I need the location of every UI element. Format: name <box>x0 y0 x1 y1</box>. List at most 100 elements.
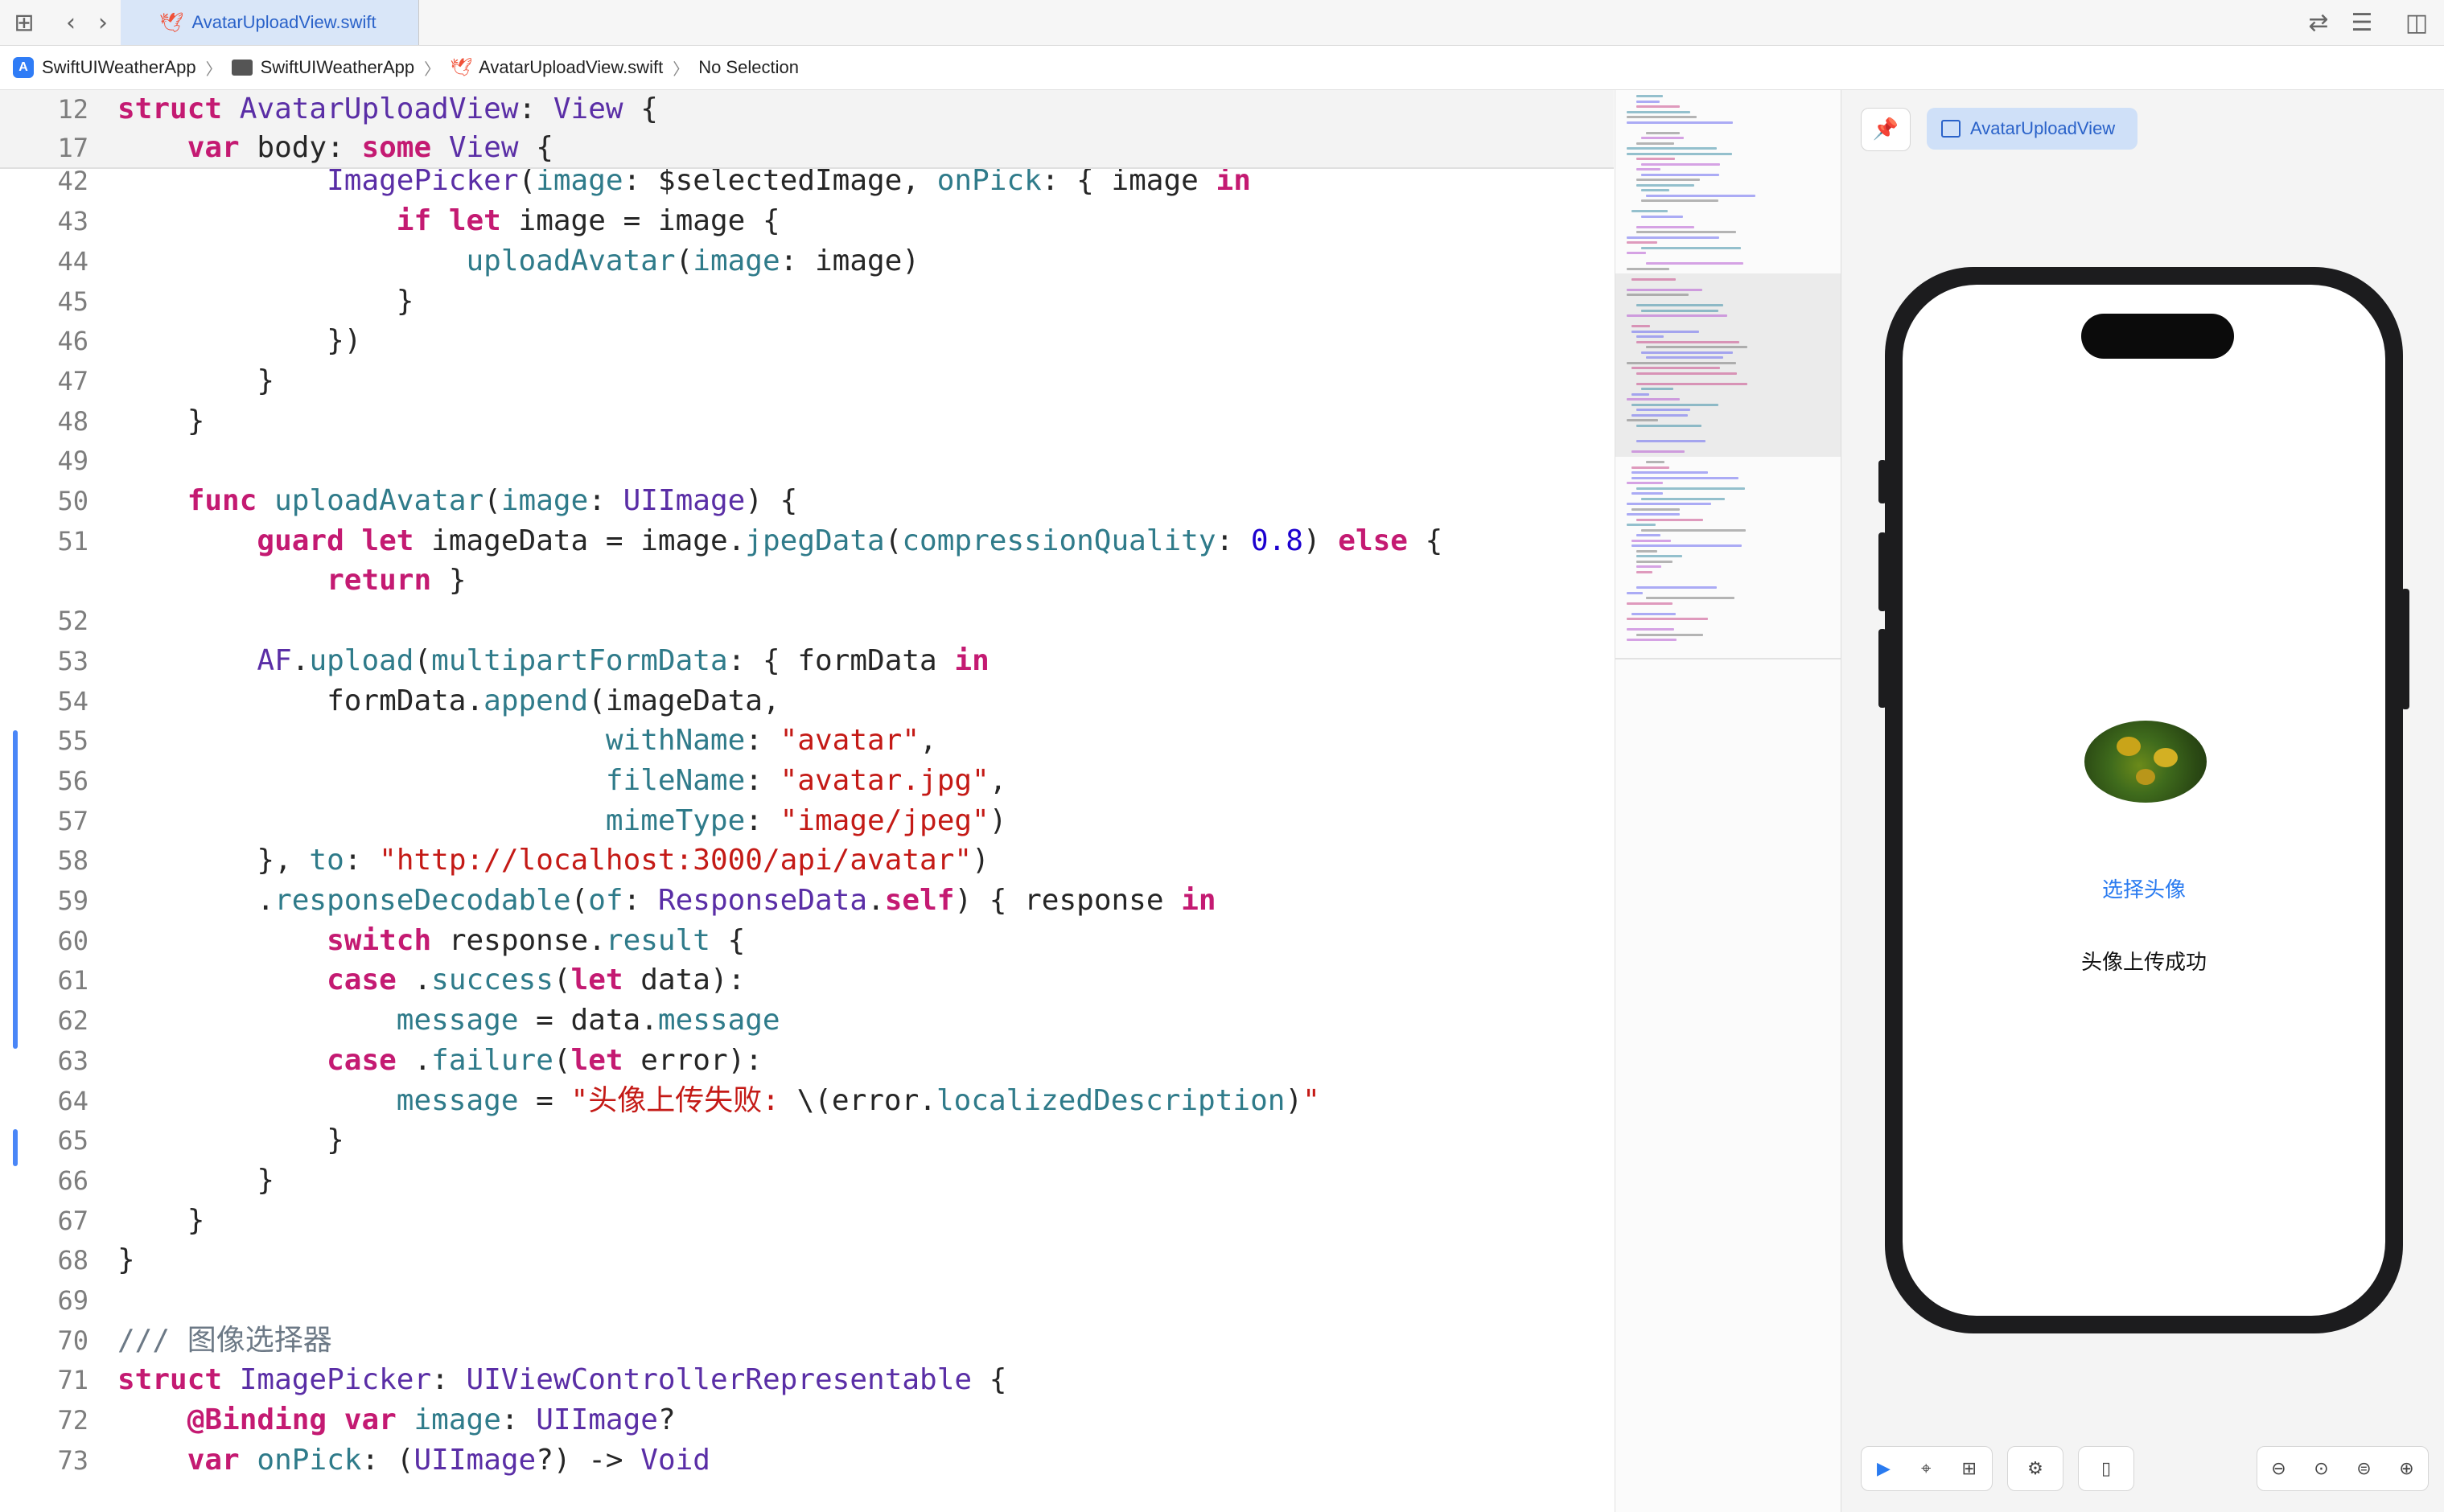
code-line[interactable]: 53 AF.upload(multipartFormData: { formDa… <box>0 642 1614 680</box>
code-line[interactable]: 68} <box>0 1241 1614 1280</box>
line-number: 71 <box>57 1365 88 1395</box>
line-number: 43 <box>57 206 88 236</box>
minimap-line <box>1631 471 1708 474</box>
code-line[interactable]: 71 struct ImagePicker: UIViewControllerRe… <box>0 1361 1614 1399</box>
breadcrumb-project[interactable]: SwiftUIWeatherApp 〉 <box>42 56 232 80</box>
sticky-code-line[interactable]: 12 struct AvatarUploadView: View { <box>0 90 1614 129</box>
minimap-visible-region[interactable] <box>1615 273 1841 457</box>
minimap-line <box>1631 414 1688 417</box>
minimap-line <box>1636 440 1705 442</box>
live-play-icon[interactable]: ▶ <box>1877 1459 1891 1479</box>
code-text: uploadAvatar(image: image) <box>466 244 920 277</box>
code-text: }) <box>117 324 362 357</box>
code-line[interactable]: 58 }, to: "http://localhost:3000/api/ava… <box>0 841 1614 880</box>
minimap-line <box>1631 325 1650 327</box>
minimap-line <box>1636 95 1663 97</box>
variants-grid-icon[interactable]: ⊞ <box>1962 1459 1977 1479</box>
line-number: 51 <box>57 526 88 557</box>
breadcrumb-file[interactable]: AvatarUploadView.swift 〉 <box>479 56 698 80</box>
change-marker[interactable] <box>13 1129 18 1166</box>
volume-down-button <box>1878 629 1886 708</box>
breadcrumb-group[interactable]: SwiftUIWeatherApp 〉 <box>261 56 451 80</box>
grid-icon[interactable]: ⊞ <box>8 6 40 39</box>
code-line[interactable]: 72 @Binding var image: UIImage? <box>0 1401 1614 1440</box>
split-editor-icon[interactable]: ◫ <box>2401 6 2433 39</box>
swift-icon: 🕊 <box>159 11 184 34</box>
code-line[interactable]: 60 switch response.result { <box>0 922 1614 960</box>
code-line[interactable]: 45 } <box>0 282 1614 321</box>
line-number: 52 <box>57 606 88 636</box>
line-number: 72 <box>57 1405 88 1436</box>
minimap-line <box>1636 586 1717 589</box>
zoom-actual-icon[interactable]: ⊙ <box>2314 1459 2328 1479</box>
minimap[interactable] <box>1615 90 1841 1512</box>
chevron-right-icon: 〉 <box>424 60 441 79</box>
code-line[interactable]: 48 } <box>0 402 1614 441</box>
minimap-line <box>1641 189 1669 191</box>
code-text: if let image = image { <box>396 204 780 237</box>
code-editor[interactable]: 12 struct AvatarUploadView: View {17 var … <box>0 90 1614 1512</box>
minimap-line <box>1627 618 1708 620</box>
choose-avatar-button[interactable]: 选择头像 <box>1903 873 2385 903</box>
code-line[interactable]: 51 guard let imageData = image.jpegData(… <box>0 522 1614 561</box>
code-line[interactable]: 62 message = data.message <box>0 1001 1614 1040</box>
device-select-button[interactable]: ▯ <box>2078 1446 2134 1491</box>
minimap-line <box>1631 508 1680 511</box>
volume-up-button <box>1878 532 1886 611</box>
pin-icon[interactable]: 📌 <box>1861 108 1911 151</box>
code-line[interactable]: 61 case .success(let data): <box>0 961 1614 1000</box>
zoom-fit-icon[interactable]: ⊜ <box>2356 1459 2371 1479</box>
code-line[interactable]: 56 fileName: "avatar.jpg", <box>0 762 1614 800</box>
tab-avatar-upload-view[interactable]: 🕊 AvatarUploadView.swift <box>121 0 419 45</box>
line-number: 44 <box>57 246 88 277</box>
code-line[interactable]: 49 <box>0 442 1614 480</box>
code-line[interactable]: 64 message = "头像上传失败: \(error.localizedD… <box>0 1082 1614 1120</box>
code-line[interactable]: 46 }) <box>0 322 1614 360</box>
minimap-line <box>1636 634 1703 636</box>
line-number: 66 <box>57 1165 88 1196</box>
swap-icon[interactable]: ⇄ <box>2302 6 2335 39</box>
zoom-out-icon[interactable]: ⊖ <box>2271 1459 2286 1479</box>
code-line[interactable]: 54 formData.append(imageData, <box>0 682 1614 721</box>
code-line[interactable]: 63 case .failure(let error): <box>0 1042 1614 1080</box>
code-line[interactable]: 59 .responseDecodable(of: ResponseData.s… <box>0 881 1614 920</box>
code-line[interactable]: 52 <box>0 602 1614 640</box>
code-line[interactable]: 44 uploadAvatar(image: image) <box>0 242 1614 281</box>
code-line[interactable]: return } <box>0 561 1614 600</box>
sticky-scope-header[interactable]: 12 struct AvatarUploadView: View {17 var … <box>0 90 1614 169</box>
zoom-in-icon[interactable]: ⊕ <box>2399 1459 2413 1479</box>
sticky-code-line[interactable]: 17 var body: some View { <box>0 129 1614 167</box>
breadcrumb-selection[interactable]: No Selection <box>698 57 799 78</box>
minimap-line <box>1641 388 1673 390</box>
device-settings-button[interactable]: ⚙ <box>2007 1446 2063 1491</box>
forward-arrow-icon[interactable]: › <box>87 6 119 39</box>
change-marker[interactable] <box>13 730 18 1049</box>
minimap-line <box>1627 147 1717 150</box>
minimap-line <box>1627 294 1689 296</box>
breadcrumb-group-label: SwiftUIWeatherApp <box>260 57 415 77</box>
code-line[interactable]: 66 } <box>0 1161 1614 1200</box>
minimap-line <box>1636 231 1736 233</box>
code-line[interactable]: 73 var onPick: (UIImage?) -> Void <box>0 1441 1614 1480</box>
select-mode-icon[interactable]: ⌖ <box>1921 1459 1931 1479</box>
code-line[interactable]: 50 func uploadAvatar(image: UIImage) { <box>0 482 1614 520</box>
code-line[interactable]: 55 withName: "avatar", <box>0 721 1614 760</box>
minimap-line <box>1646 132 1680 134</box>
line-number: 46 <box>57 326 88 356</box>
back-arrow-icon[interactable]: ‹ <box>55 6 87 39</box>
code-text: fileName: "avatar.jpg", <box>605 764 1007 797</box>
code-line[interactable]: 57 mimeType: "image/jpeg") <box>0 802 1614 840</box>
code-line[interactable]: 65 } <box>0 1121 1614 1160</box>
code-line[interactable]: 67 } <box>0 1202 1614 1240</box>
minimap-line <box>1627 121 1733 124</box>
code-text: } <box>117 405 205 438</box>
code-line[interactable]: 69 <box>0 1281 1614 1320</box>
editor-options-icon[interactable]: ☰ <box>2346 6 2378 39</box>
code-line[interactable]: 43 if let image = image { <box>0 202 1614 240</box>
minimap-line <box>1636 487 1745 490</box>
code-text: withName: "avatar", <box>605 724 937 757</box>
preview-view-chip[interactable]: AvatarUploadView <box>1927 108 2137 150</box>
code-line[interactable]: 47 } <box>0 362 1614 401</box>
preview-canvas: 📌 AvatarUploadView 选择头像 头像上传成功 ▶ ⌖ ⊞ ⚙ ▯ <box>1841 90 2444 1512</box>
code-line[interactable]: 70 /// 图像选择器 <box>0 1321 1614 1360</box>
